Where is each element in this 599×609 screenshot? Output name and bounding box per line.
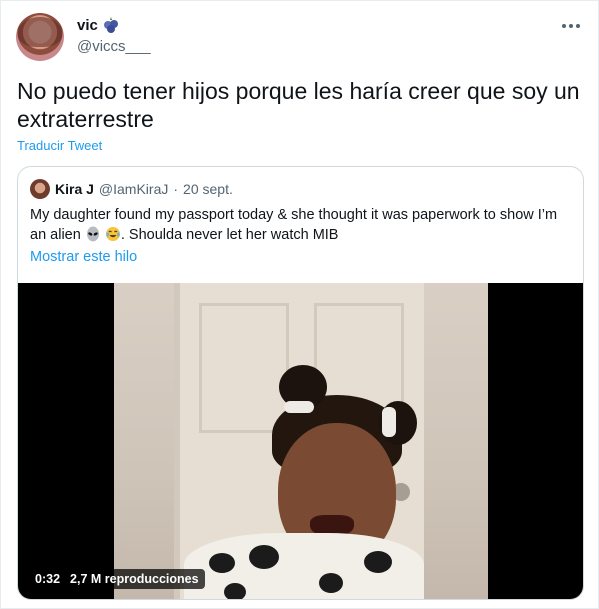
quoted-tweet-text: My daughter found my passport today & sh… <box>30 205 570 245</box>
translate-tweet-link[interactable]: Traducir Tweet <box>17 138 102 153</box>
more-options-icon[interactable] <box>560 17 582 35</box>
quoted-avatar <box>30 179 50 199</box>
video-duration: 0:32 <box>35 572 61 586</box>
separator-dot: · <box>173 181 179 197</box>
author-name-row: vic <box>77 16 120 34</box>
tweet-card: vic @viccs___ No puedo tener hijos porqu… <box>0 0 599 609</box>
show-thread-link[interactable]: Mostrar este hilo <box>30 249 137 265</box>
author-handle[interactable]: @viccs___ <box>77 38 151 55</box>
author-name[interactable]: vic <box>77 17 98 34</box>
blueberries-icon <box>103 17 118 33</box>
video-stats-badge: 0:32 2,7 M reproducciones <box>29 569 205 589</box>
video-views: 2,7 M reproducciones <box>70 572 199 586</box>
quoted-tweet-header: Kira J @IamKiraJ · 20 sept. <box>30 179 233 199</box>
tears-of-joy-icon <box>105 227 120 241</box>
quoted-author-handle: @IamKiraJ <box>98 181 169 197</box>
video-player[interactable]: 0:32 2,7 M reproducciones <box>18 283 583 599</box>
video-thumbnail <box>114 283 488 599</box>
quoted-author-name: Kira J <box>55 181 94 197</box>
alien-face-icon <box>86 226 99 242</box>
avatar[interactable] <box>16 13 64 61</box>
quoted-tweet[interactable]: Kira J @IamKiraJ · 20 sept. My daughter … <box>17 166 584 600</box>
quoted-text-part2: . Shoulda never let her watch MIB <box>120 227 339 243</box>
tweet-text: No puedo tener hijos porque les haría cr… <box>17 78 580 132</box>
quoted-date: 20 sept. <box>183 181 233 197</box>
